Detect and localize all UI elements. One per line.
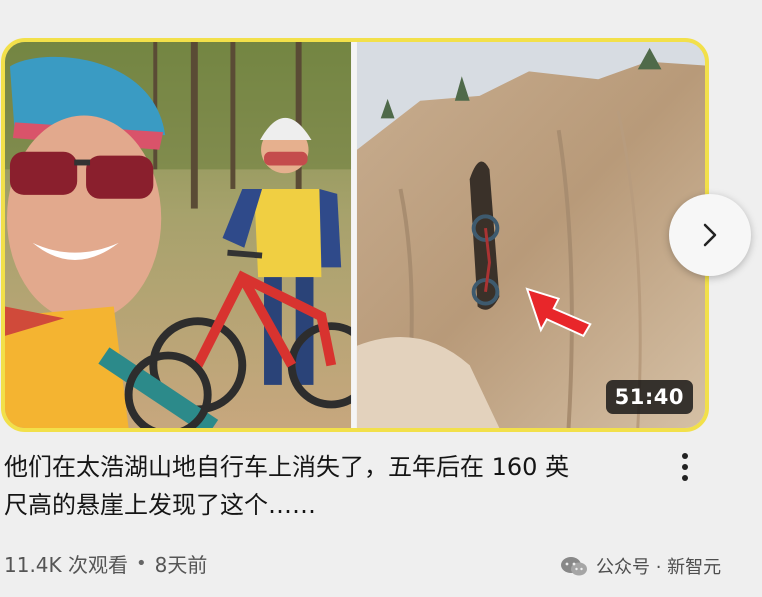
more-vertical-icon	[682, 453, 688, 481]
thumbnail-image	[5, 42, 705, 428]
video-thumbnail[interactable]: 51:40	[1, 38, 709, 432]
wechat-icon	[561, 557, 587, 576]
watermark-text: 公众号 · 新智元	[596, 557, 722, 578]
next-button[interactable]	[669, 194, 751, 276]
video-duration: 51:40	[605, 380, 693, 414]
wechat-watermark: 公众号 · 新智元	[560, 553, 721, 579]
video-metadata: 11.4K 次观看 • 8天前	[4, 549, 207, 578]
more-options-button[interactable]	[673, 448, 697, 486]
meta-separator: •	[136, 553, 147, 574]
video-title[interactable]: 他们在太浩湖山地自行车上消失了，五年后在 160 英 尺高的悬崖上发现了这个……	[4, 448, 659, 524]
upload-age: 8天前	[154, 553, 208, 577]
chevron-right-icon	[703, 223, 717, 247]
view-count: 11.4K 次观看	[4, 553, 129, 577]
video-card[interactable]: 51:40 他们在太浩湖山地自行车上消失了，五年后在 160 英 尺高的悬崖上发…	[0, 0, 762, 597]
